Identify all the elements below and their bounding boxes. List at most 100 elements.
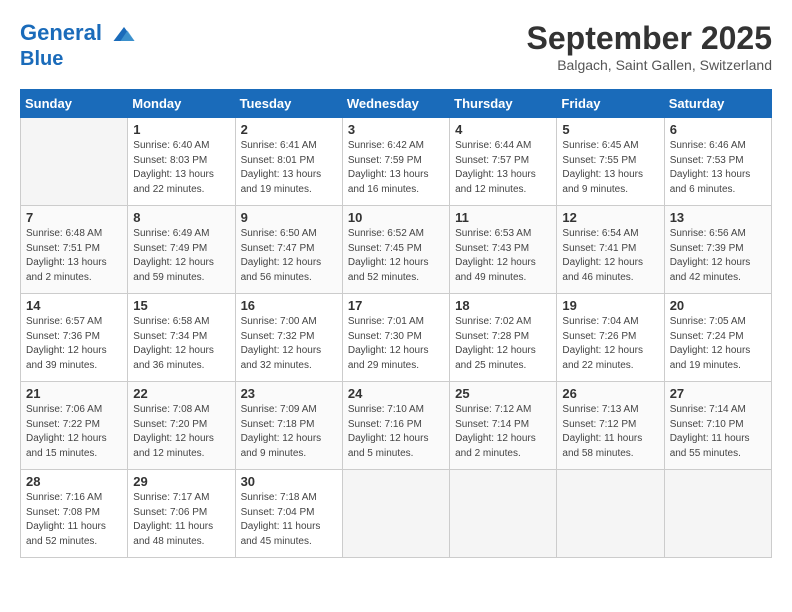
calendar-cell: 19Sunrise: 7:04 AM Sunset: 7:26 PM Dayli… <box>557 294 664 382</box>
calendar-cell: 7Sunrise: 6:48 AM Sunset: 7:51 PM Daylig… <box>21 206 128 294</box>
week-row-3: 14Sunrise: 6:57 AM Sunset: 7:36 PM Dayli… <box>21 294 772 382</box>
day-number: 13 <box>670 210 766 225</box>
day-number: 6 <box>670 122 766 137</box>
day-number: 29 <box>133 474 229 489</box>
day-number: 30 <box>241 474 337 489</box>
day-info: Sunrise: 7:06 AM Sunset: 7:22 PM Dayligh… <box>26 403 122 461</box>
calendar-cell: 16 Sunrise: 7:00 AM Sunset: 7:32 PM Dayli… <box>235 294 342 382</box>
calendar-cell: 30 Sunrise: 7:18 AM Sunset: 7:04 PM Dayli… <box>235 470 342 558</box>
day-info: Sunrise: 6:58 AM Sunset: 7:34 PM Dayligh… <box>133 315 229 373</box>
calendar-cell: 3Sunrise: 6:42 AM Sunset: 7:59 PM Daylig… <box>342 118 449 206</box>
week-row-5: 28 Sunrise: 7:16 AM Sunset: 7:08 PM Dayli… <box>21 470 772 558</box>
calendar-cell <box>21 118 128 206</box>
calendar-cell: 10Sunrise: 6:52 AM Sunset: 7:45 PM Dayli… <box>342 206 449 294</box>
calendar-cell: 27 Sunrise: 7:14 AM Sunset: 7:10 PM Dayli… <box>664 382 771 470</box>
day-number: 2 <box>241 122 337 137</box>
day-info: Sunrise: 7:13 AM Sunset: 7:12 PM Dayligh… <box>562 403 658 461</box>
day-info: Sunrise: 7:00 AM Sunset: 7:32 PM Dayligh… <box>241 315 337 373</box>
day-number: 22 <box>133 386 229 401</box>
month-title: September 2025 <box>527 20 772 57</box>
day-number: 17 <box>348 298 444 313</box>
day-number: 15 <box>133 298 229 313</box>
calendar-cell <box>342 470 449 558</box>
calendar-cell: 13 Sunrise: 6:56 AM Sunset: 7:39 PM Dayli… <box>664 206 771 294</box>
calendar-cell: 23Sunrise: 7:09 AM Sunset: 7:18 PM Dayli… <box>235 382 342 470</box>
calendar-cell: 24Sunrise: 7:10 AM Sunset: 7:16 PM Dayli… <box>342 382 449 470</box>
day-info: Sunrise: 6:44 AM Sunset: 7:57 PM Dayligh… <box>455 139 551 197</box>
calendar-cell: 25 Sunrise: 7:12 AM Sunset: 7:14 PM Dayli… <box>450 382 557 470</box>
week-row-2: 7Sunrise: 6:48 AM Sunset: 7:51 PM Daylig… <box>21 206 772 294</box>
calendar-cell: 8 Sunrise: 6:49 AM Sunset: 7:49 PM Daylig… <box>128 206 235 294</box>
calendar-cell: 1Sunrise: 6:40 AM Sunset: 8:03 PM Daylig… <box>128 118 235 206</box>
weekday-header-row: SundayMondayTuesdayWednesdayThursdayFrid… <box>21 90 772 118</box>
week-row-1: 1Sunrise: 6:40 AM Sunset: 8:03 PM Daylig… <box>21 118 772 206</box>
day-info: Sunrise: 6:49 AM Sunset: 7:49 PM Dayligh… <box>133 227 229 285</box>
calendar-cell: 26 Sunrise: 7:13 AM Sunset: 7:12 PM Dayli… <box>557 382 664 470</box>
weekday-header-wednesday: Wednesday <box>342 90 449 118</box>
day-number: 11 <box>455 210 551 225</box>
day-info: Sunrise: 7:01 AM Sunset: 7:30 PM Dayligh… <box>348 315 444 373</box>
calendar-cell: 12 Sunrise: 6:54 AM Sunset: 7:41 PM Dayli… <box>557 206 664 294</box>
day-number: 28 <box>26 474 122 489</box>
day-info: Sunrise: 6:48 AM Sunset: 7:51 PM Dayligh… <box>26 227 122 285</box>
day-info: Sunrise: 6:53 AM Sunset: 7:43 PM Dayligh… <box>455 227 551 285</box>
day-info: Sunrise: 7:09 AM Sunset: 7:18 PM Dayligh… <box>241 403 337 461</box>
day-info: Sunrise: 7:08 AM Sunset: 7:20 PM Dayligh… <box>133 403 229 461</box>
calendar-cell: 11 Sunrise: 6:53 AM Sunset: 7:43 PM Dayli… <box>450 206 557 294</box>
week-row-4: 21 Sunrise: 7:06 AM Sunset: 7:22 PM Dayli… <box>21 382 772 470</box>
day-number: 16 <box>241 298 337 313</box>
weekday-header-thursday: Thursday <box>450 90 557 118</box>
title-block: September 2025 Balgach, Saint Gallen, Sw… <box>527 20 772 73</box>
day-number: 1 <box>133 122 229 137</box>
day-number: 26 <box>562 386 658 401</box>
calendar-cell: 6 Sunrise: 6:46 AM Sunset: 7:53 PM Daylig… <box>664 118 771 206</box>
day-number: 18 <box>455 298 551 313</box>
day-info: Sunrise: 6:56 AM Sunset: 7:39 PM Dayligh… <box>670 227 766 285</box>
calendar-cell: 18 Sunrise: 7:02 AM Sunset: 7:28 PM Dayli… <box>450 294 557 382</box>
day-info: Sunrise: 7:12 AM Sunset: 7:14 PM Dayligh… <box>455 403 551 461</box>
calendar-table: SundayMondayTuesdayWednesdayThursdayFrid… <box>20 89 772 558</box>
calendar-cell <box>557 470 664 558</box>
weekday-header-friday: Friday <box>557 90 664 118</box>
day-number: 3 <box>348 122 444 137</box>
calendar-cell: 29Sunrise: 7:17 AM Sunset: 7:06 PM Dayli… <box>128 470 235 558</box>
day-number: 21 <box>26 386 122 401</box>
weekday-header-sunday: Sunday <box>21 90 128 118</box>
calendar-cell: 2 Sunrise: 6:41 AM Sunset: 8:01 PM Daylig… <box>235 118 342 206</box>
logo: General Blue <box>20 20 138 70</box>
day-info: Sunrise: 7:16 AM Sunset: 7:08 PM Dayligh… <box>26 491 122 549</box>
day-number: 24 <box>348 386 444 401</box>
calendar-cell: 14Sunrise: 6:57 AM Sunset: 7:36 PM Dayli… <box>21 294 128 382</box>
day-info: Sunrise: 6:46 AM Sunset: 7:53 PM Dayligh… <box>670 139 766 197</box>
day-info: Sunrise: 6:50 AM Sunset: 7:47 PM Dayligh… <box>241 227 337 285</box>
day-info: Sunrise: 6:54 AM Sunset: 7:41 PM Dayligh… <box>562 227 658 285</box>
day-number: 20 <box>670 298 766 313</box>
day-info: Sunrise: 7:18 AM Sunset: 7:04 PM Dayligh… <box>241 491 337 549</box>
logo-text: General <box>20 20 138 48</box>
calendar-cell: 22 Sunrise: 7:08 AM Sunset: 7:20 PM Dayli… <box>128 382 235 470</box>
day-number: 5 <box>562 122 658 137</box>
calendar-cell <box>450 470 557 558</box>
day-number: 9 <box>241 210 337 225</box>
day-info: Sunrise: 7:04 AM Sunset: 7:26 PM Dayligh… <box>562 315 658 373</box>
calendar-cell: 21 Sunrise: 7:06 AM Sunset: 7:22 PM Dayli… <box>21 382 128 470</box>
weekday-header-monday: Monday <box>128 90 235 118</box>
day-number: 10 <box>348 210 444 225</box>
calendar-cell: 9 Sunrise: 6:50 AM Sunset: 7:47 PM Daylig… <box>235 206 342 294</box>
location: Balgach, Saint Gallen, Switzerland <box>527 57 772 73</box>
calendar-cell: 15 Sunrise: 6:58 AM Sunset: 7:34 PM Dayli… <box>128 294 235 382</box>
weekday-header-saturday: Saturday <box>664 90 771 118</box>
day-number: 25 <box>455 386 551 401</box>
day-info: Sunrise: 7:02 AM Sunset: 7:28 PM Dayligh… <box>455 315 551 373</box>
day-number: 8 <box>133 210 229 225</box>
day-info: Sunrise: 6:41 AM Sunset: 8:01 PM Dayligh… <box>241 139 337 197</box>
page-header: General Blue September 2025 Balgach, Sai… <box>20 20 772 73</box>
day-number: 12 <box>562 210 658 225</box>
day-number: 27 <box>670 386 766 401</box>
day-info: Sunrise: 6:57 AM Sunset: 7:36 PM Dayligh… <box>26 315 122 373</box>
day-info: Sunrise: 6:45 AM Sunset: 7:55 PM Dayligh… <box>562 139 658 197</box>
day-info: Sunrise: 7:14 AM Sunset: 7:10 PM Dayligh… <box>670 403 766 461</box>
calendar-cell: 4Sunrise: 6:44 AM Sunset: 7:57 PM Daylig… <box>450 118 557 206</box>
calendar-cell: 20Sunrise: 7:05 AM Sunset: 7:24 PM Dayli… <box>664 294 771 382</box>
logo-icon <box>110 20 138 48</box>
